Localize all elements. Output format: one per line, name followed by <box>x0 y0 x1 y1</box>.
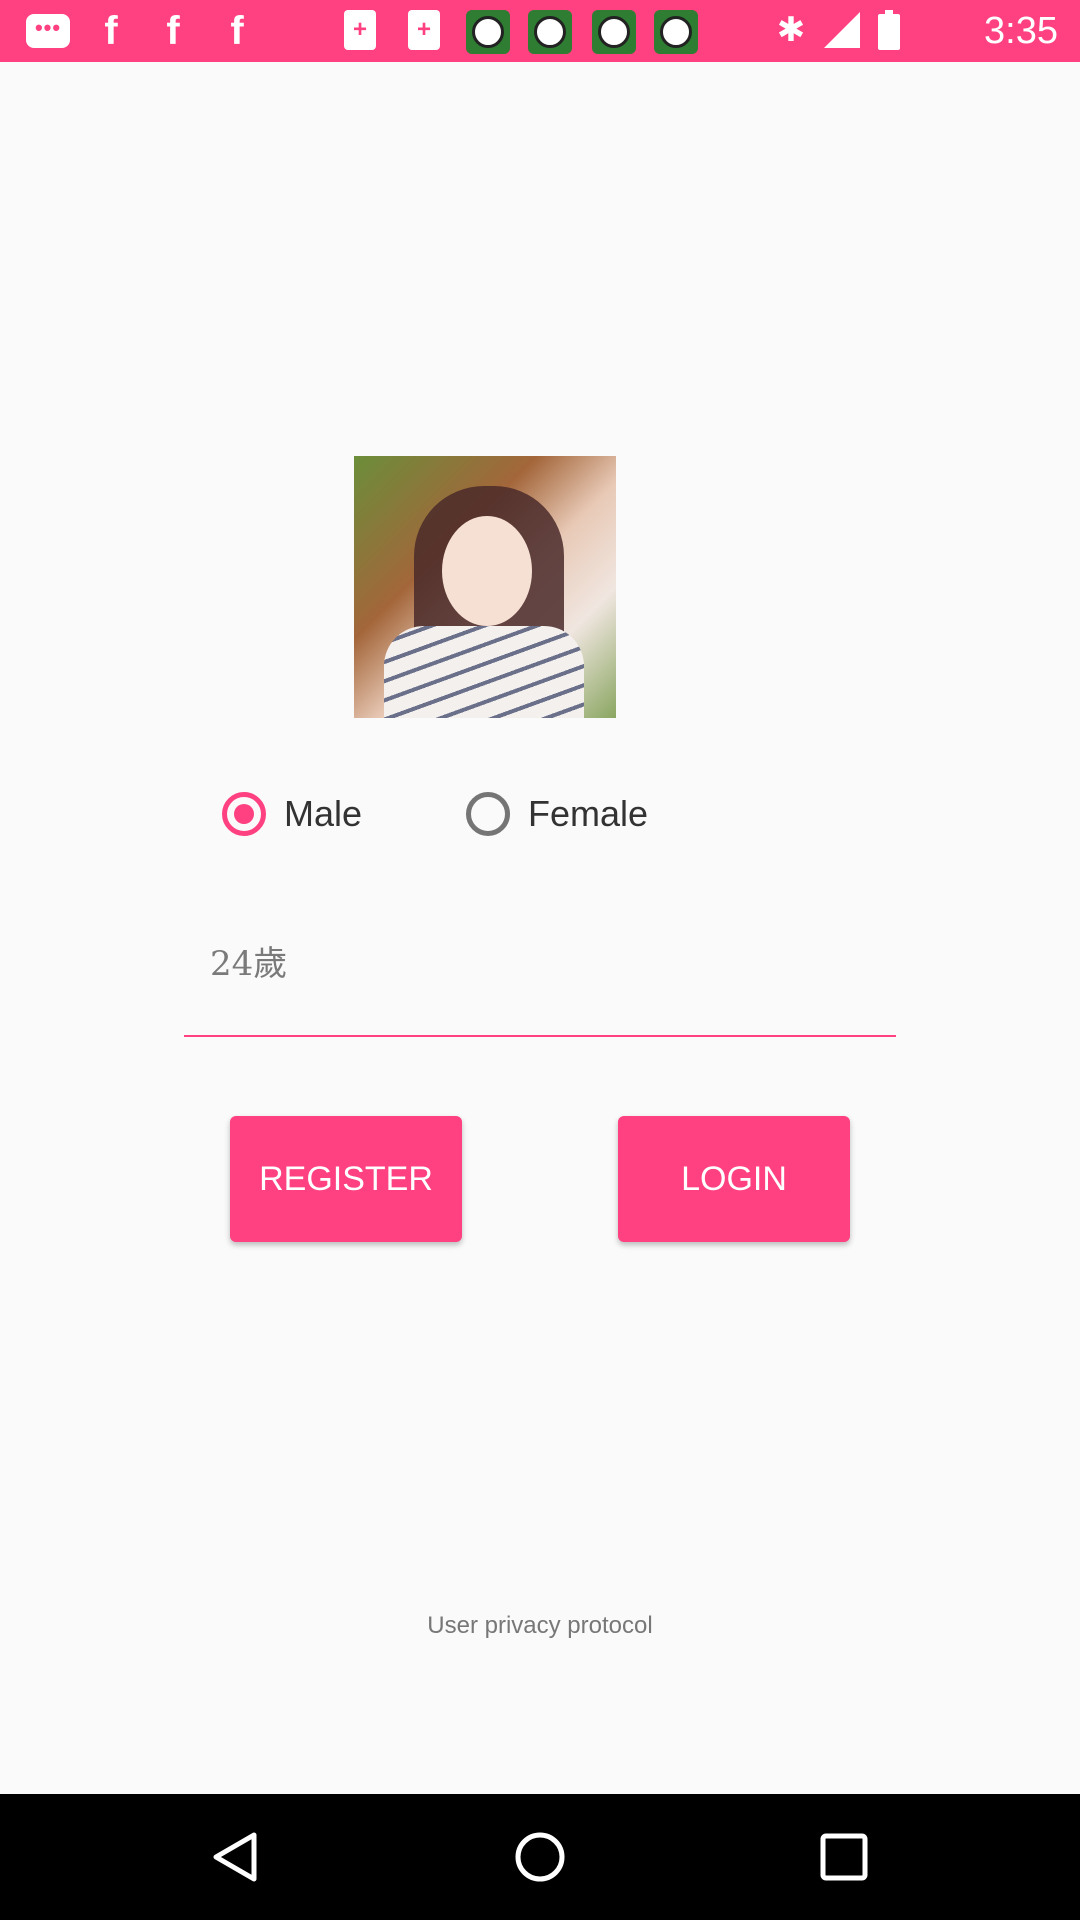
radio-unchecked-icon[interactable] <box>466 792 510 836</box>
back-icon[interactable] <box>210 1831 262 1883</box>
facebook-icon: f <box>230 9 244 53</box>
navigation-bar <box>0 1794 1080 1920</box>
facebook-icon: f <box>166 9 180 53</box>
soccer-app-icon <box>654 10 698 54</box>
status-bar: ••• f f f + + ✱ 3:35 <box>0 0 1080 62</box>
soccer-app-icon <box>592 10 636 54</box>
clock: 3:35 <box>984 10 1058 52</box>
login-button[interactable]: LOGIN <box>618 1116 850 1242</box>
facebook-icon: f <box>104 9 118 53</box>
age-field[interactable]: 24歲 <box>210 936 287 985</box>
battery-icon <box>878 10 900 50</box>
document-icon: + <box>344 10 376 50</box>
recents-icon[interactable] <box>818 1831 870 1883</box>
document-icon: + <box>408 10 440 50</box>
bluetooth-icon: ✱ <box>776 11 806 49</box>
radio-checked-icon[interactable] <box>222 792 266 836</box>
gender-option-female[interactable]: Female <box>466 784 648 844</box>
avatar[interactable] <box>354 456 616 718</box>
avatar-photo-face <box>442 516 532 626</box>
home-icon[interactable] <box>514 1831 566 1883</box>
message-icon: ••• <box>26 14 70 48</box>
soccer-app-icon <box>466 10 510 54</box>
register-button[interactable]: REGISTER <box>230 1116 462 1242</box>
soccer-app-icon <box>528 10 572 54</box>
gender-label-male: Male <box>284 793 363 834</box>
signal-icon <box>822 10 862 50</box>
avatar-photo-shirt <box>384 626 584 718</box>
privacy-protocol-link[interactable]: User privacy protocol <box>0 1612 1080 1640</box>
gender-option-male[interactable]: Male <box>222 784 362 844</box>
gender-label-female: Female <box>528 793 649 834</box>
age-field-underline <box>184 1035 896 1037</box>
